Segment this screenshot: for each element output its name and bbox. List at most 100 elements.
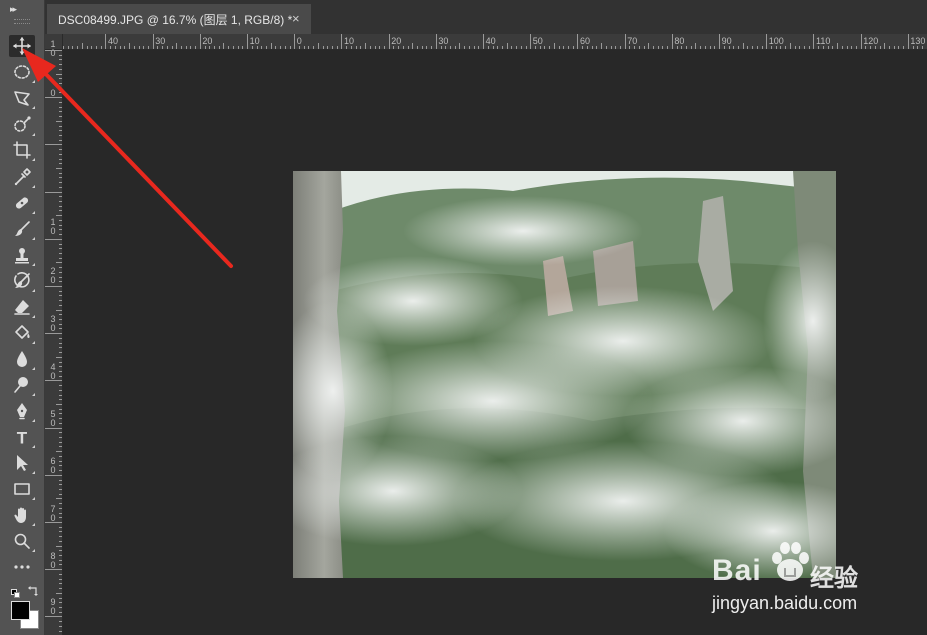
document-canvas[interactable] xyxy=(293,171,836,578)
close-tab-icon[interactable]: × xyxy=(292,11,300,26)
ruler-tick xyxy=(59,54,62,56)
brush-tool[interactable] xyxy=(9,218,35,240)
ruler-label: 50 xyxy=(50,409,56,428)
ruler-tick xyxy=(294,34,296,49)
ruler-tick xyxy=(832,46,834,49)
ruler-tick xyxy=(794,46,796,49)
ruler-tick xyxy=(671,34,673,49)
ruler-tick xyxy=(917,46,919,49)
type-tool[interactable]: T xyxy=(9,426,35,448)
path-selection-tool[interactable] xyxy=(9,452,35,474)
history-brush-tool[interactable] xyxy=(9,270,35,292)
ruler-label: 110 xyxy=(816,36,831,46)
ruler-tick xyxy=(530,34,532,49)
ruler-tick xyxy=(742,43,744,49)
pen-icon xyxy=(13,402,31,420)
ruler-tick xyxy=(59,163,62,165)
ruler-tick xyxy=(59,59,62,61)
ruler-tick xyxy=(56,262,62,264)
document-tab[interactable]: DSC08499.JPG @ 16.7% (图层 1, RGB/8) * × xyxy=(47,4,311,34)
ruler-tick xyxy=(657,46,659,49)
ruler-tick xyxy=(605,46,607,49)
ruler-label: 40 xyxy=(50,362,56,381)
ruler-tick xyxy=(59,347,62,349)
eraser-tool[interactable] xyxy=(9,296,35,318)
ruler-tick xyxy=(59,413,62,415)
paint-bucket-tool[interactable] xyxy=(9,322,35,344)
ruler-tick xyxy=(846,46,848,49)
ruler-tick xyxy=(308,46,310,49)
ruler-tick xyxy=(59,229,62,231)
ruler-tick xyxy=(336,46,338,49)
ruler-tick xyxy=(723,46,725,49)
toolbar-grip[interactable] xyxy=(14,19,30,24)
ruler-tick xyxy=(45,616,62,618)
ruler-label: 130 xyxy=(910,36,926,46)
dodge-tool[interactable] xyxy=(9,374,35,396)
zoom-tool[interactable] xyxy=(9,530,35,552)
ruler-tick xyxy=(714,46,716,49)
ruler-tick xyxy=(59,219,62,221)
arrow-cursor-icon xyxy=(13,454,31,472)
ruler-tick xyxy=(874,46,876,49)
eyedropper-tool[interactable] xyxy=(9,166,35,188)
polygonal-lasso-icon xyxy=(13,89,31,107)
magnifier-icon xyxy=(13,532,31,550)
ruler-tick xyxy=(59,437,62,439)
horizontal-ruler[interactable]: 40 30 20 10 0 10 20 30 40 50 60 70 80 90 100 110 120 130 xyxy=(63,34,927,50)
tool-group-indicator xyxy=(32,549,35,552)
collapse-toolbar-icon[interactable]: ▸▸ xyxy=(10,4,17,15)
ruler-tick xyxy=(199,34,201,49)
swap-colors-icon[interactable] xyxy=(28,583,39,596)
ruler-tick xyxy=(771,46,772,49)
ruler-tick xyxy=(464,46,466,49)
ruler-label: 80 xyxy=(50,551,56,570)
ruler-tick xyxy=(591,46,593,49)
blur-tool[interactable] xyxy=(9,348,35,370)
ruler-tick xyxy=(59,134,62,136)
healing-brush-tool[interactable] xyxy=(9,192,35,214)
ruler-tick xyxy=(45,474,62,476)
ruler-tick xyxy=(563,46,565,49)
ruler-tick xyxy=(59,540,62,542)
ruler-label: 10 xyxy=(344,36,355,46)
ruler-tick xyxy=(728,46,730,49)
ruler-label: 70 xyxy=(627,36,638,46)
ruler-tick xyxy=(539,46,541,49)
ruler-tick xyxy=(138,46,140,49)
ruler-tick xyxy=(59,116,62,118)
ruler-tick xyxy=(775,46,777,49)
ruler-tick xyxy=(59,205,62,207)
ruler-tick xyxy=(59,130,62,132)
move-tool[interactable] xyxy=(9,35,35,57)
ruler-tick xyxy=(582,46,584,49)
pen-tool[interactable] xyxy=(9,400,35,422)
default-colors-icon[interactable] xyxy=(11,585,20,598)
ruler-tick xyxy=(690,46,692,49)
ruler-tick xyxy=(59,526,62,528)
lasso-tool[interactable] xyxy=(9,87,35,109)
ruler-tick xyxy=(166,46,168,49)
edit-toolbar[interactable] xyxy=(9,556,35,578)
ruler-tick xyxy=(445,46,447,49)
quick-selection-tool[interactable] xyxy=(9,114,35,136)
elliptical-marquee-tool[interactable] xyxy=(9,61,35,83)
ruler-tick xyxy=(59,408,62,410)
ruler-tick xyxy=(59,106,62,108)
ruler-tick xyxy=(719,34,721,49)
baidu-paw-logo xyxy=(772,542,809,581)
ruler-tick xyxy=(256,46,258,49)
ruler-tick xyxy=(893,46,895,49)
clone-stamp-tool[interactable] xyxy=(9,244,35,266)
ruler-tick xyxy=(59,583,62,585)
ruler-label: 80 xyxy=(674,36,685,46)
ruler-label: 20 xyxy=(391,36,402,46)
ruler-tick xyxy=(59,252,62,254)
rectangle-tool[interactable] xyxy=(9,478,35,500)
misty-mountain-image xyxy=(293,171,836,578)
foreground-color-swatch[interactable] xyxy=(11,601,30,620)
ruler-tick xyxy=(577,34,579,49)
vertical-ruler[interactable]: 100102030405060708090 xyxy=(45,40,63,635)
crop-tool[interactable] xyxy=(9,139,35,161)
hand-tool[interactable] xyxy=(9,504,35,526)
